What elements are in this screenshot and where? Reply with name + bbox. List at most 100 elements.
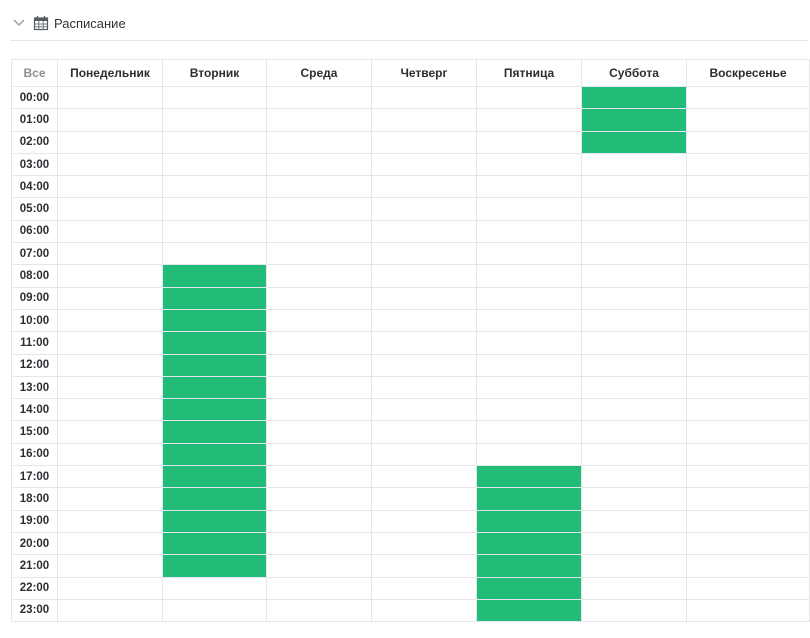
schedule-cell[interactable]	[686, 152, 810, 177]
schedule-cell[interactable]	[581, 487, 687, 511]
schedule-cell[interactable]	[581, 509, 687, 533]
schedule-cell-active[interactable]	[162, 286, 267, 310]
schedule-cell[interactable]	[266, 152, 372, 177]
schedule-cell-active[interactable]	[476, 598, 582, 623]
schedule-cell[interactable]	[371, 219, 477, 244]
hour-label[interactable]: 15:00	[11, 420, 58, 444]
schedule-cell-active[interactable]	[162, 420, 267, 444]
schedule-cell[interactable]	[162, 219, 267, 244]
schedule-cell[interactable]	[266, 554, 372, 578]
schedule-cell[interactable]	[162, 152, 267, 177]
schedule-cell[interactable]	[371, 130, 477, 154]
schedule-cell[interactable]	[266, 197, 372, 221]
schedule-cell[interactable]	[581, 465, 687, 489]
hour-label[interactable]: 13:00	[11, 375, 58, 400]
schedule-cell-active[interactable]	[162, 554, 267, 578]
schedule-cell[interactable]	[476, 130, 582, 154]
hour-label[interactable]: 00:00	[11, 85, 58, 110]
schedule-cell[interactable]	[476, 420, 582, 444]
hour-label[interactable]: 14:00	[11, 398, 58, 422]
schedule-cell-active[interactable]	[162, 398, 267, 422]
schedule-cell[interactable]	[266, 576, 372, 600]
hour-label[interactable]: 08:00	[11, 264, 58, 288]
schedule-panel-header[interactable]: Расписание	[10, 10, 808, 41]
schedule-cell[interactable]	[476, 264, 582, 288]
schedule-cell[interactable]	[476, 308, 582, 333]
schedule-cell[interactable]	[581, 531, 687, 556]
schedule-cell[interactable]	[371, 420, 477, 444]
schedule-cell-active[interactable]	[162, 375, 267, 400]
schedule-cell[interactable]	[371, 509, 477, 533]
schedule-cell[interactable]	[581, 264, 687, 288]
schedule-cell[interactable]	[686, 420, 810, 444]
schedule-cell[interactable]	[266, 264, 372, 288]
schedule-cell[interactable]	[371, 85, 477, 110]
schedule-cell[interactable]	[162, 576, 267, 600]
schedule-cell[interactable]	[57, 85, 163, 110]
schedule-cell[interactable]	[686, 487, 810, 511]
schedule-cell[interactable]	[162, 242, 267, 266]
hour-label[interactable]: 20:00	[11, 531, 58, 556]
schedule-cell[interactable]	[266, 219, 372, 244]
schedule-cell[interactable]	[57, 420, 163, 444]
schedule-cell[interactable]	[266, 509, 372, 533]
schedule-cell[interactable]	[686, 375, 810, 400]
schedule-cell[interactable]	[266, 398, 372, 422]
schedule-cell[interactable]	[581, 554, 687, 578]
schedule-cell[interactable]	[266, 286, 372, 310]
schedule-cell[interactable]	[476, 219, 582, 244]
schedule-cell[interactable]	[686, 130, 810, 154]
day-header-thursday[interactable]: Четверг	[371, 59, 477, 87]
schedule-cell[interactable]	[266, 487, 372, 511]
hour-label[interactable]: 11:00	[11, 331, 58, 355]
schedule-cell[interactable]	[686, 509, 810, 533]
hour-label[interactable]: 23:00	[11, 598, 58, 623]
schedule-cell[interactable]	[266, 331, 372, 355]
hour-label[interactable]: 10:00	[11, 308, 58, 333]
hour-label[interactable]: 04:00	[11, 175, 58, 199]
schedule-cell[interactable]	[476, 353, 582, 377]
schedule-cell[interactable]	[581, 197, 687, 221]
schedule-cell[interactable]	[686, 353, 810, 377]
schedule-cell[interactable]	[162, 130, 267, 154]
schedule-cell-active[interactable]	[476, 554, 582, 578]
schedule-cell[interactable]	[57, 152, 163, 177]
day-header-wednesday[interactable]: Среда	[266, 59, 372, 87]
schedule-cell[interactable]	[162, 108, 267, 132]
schedule-cell[interactable]	[57, 197, 163, 221]
day-header-sunday[interactable]: Воскресенье	[686, 59, 810, 87]
schedule-cell[interactable]	[57, 442, 163, 467]
schedule-cell[interactable]	[57, 242, 163, 266]
schedule-cell[interactable]	[371, 242, 477, 266]
schedule-cell[interactable]	[581, 219, 687, 244]
schedule-cell[interactable]	[266, 308, 372, 333]
hour-label[interactable]: 09:00	[11, 286, 58, 310]
schedule-cell-active[interactable]	[476, 465, 582, 489]
schedule-cell[interactable]	[581, 308, 687, 333]
schedule-cell[interactable]	[57, 531, 163, 556]
schedule-cell[interactable]	[686, 554, 810, 578]
hour-label[interactable]: 06:00	[11, 219, 58, 244]
hour-label[interactable]: 07:00	[11, 242, 58, 266]
schedule-cell[interactable]	[57, 398, 163, 422]
schedule-cell[interactable]	[581, 420, 687, 444]
schedule-cell[interactable]	[57, 308, 163, 333]
hour-label[interactable]: 17:00	[11, 465, 58, 489]
schedule-cell[interactable]	[686, 331, 810, 355]
schedule-cell[interactable]	[371, 286, 477, 310]
schedule-cell[interactable]	[371, 264, 477, 288]
schedule-cell[interactable]	[581, 331, 687, 355]
schedule-cell[interactable]	[686, 598, 810, 623]
schedule-cell[interactable]	[476, 375, 582, 400]
schedule-cell[interactable]	[686, 286, 810, 310]
schedule-cell[interactable]	[686, 398, 810, 422]
schedule-cell-active[interactable]	[162, 264, 267, 288]
schedule-cell-active[interactable]	[476, 531, 582, 556]
schedule-cell[interactable]	[266, 353, 372, 377]
schedule-cell[interactable]	[476, 175, 582, 199]
select-all-header[interactable]: Все	[11, 59, 58, 87]
schedule-cell[interactable]	[581, 398, 687, 422]
hour-label[interactable]: 19:00	[11, 509, 58, 533]
schedule-cell[interactable]	[371, 465, 477, 489]
schedule-cell[interactable]	[581, 152, 687, 177]
